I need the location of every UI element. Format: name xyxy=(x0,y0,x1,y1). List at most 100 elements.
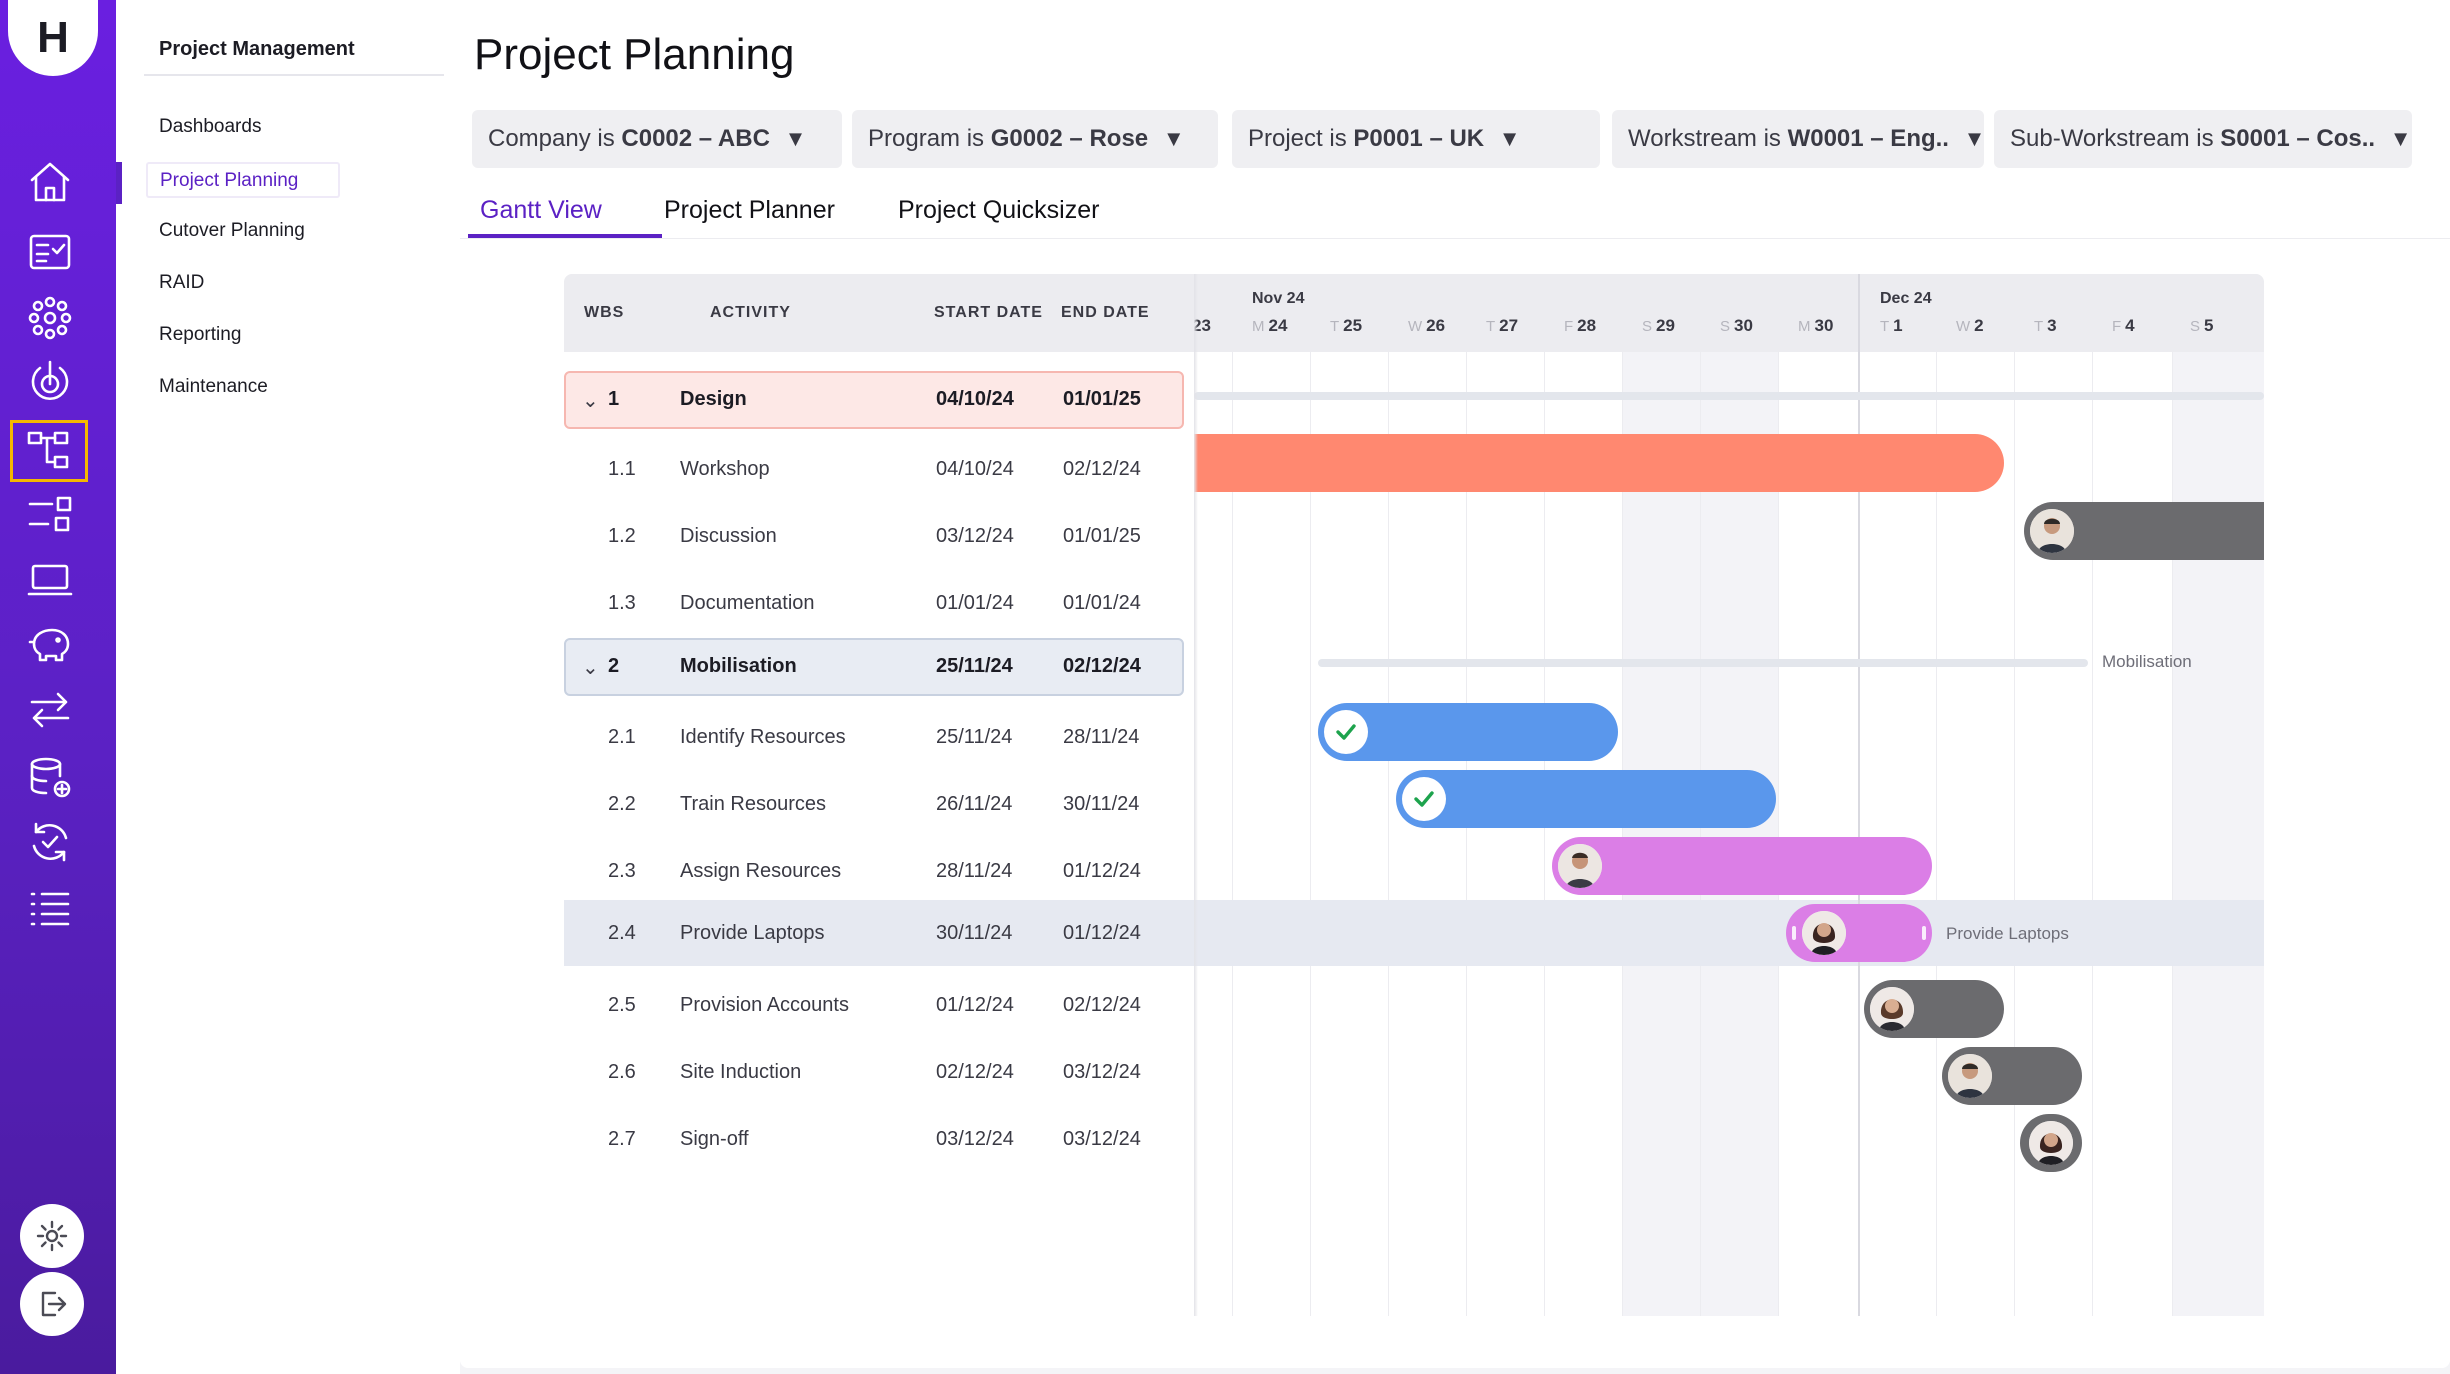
avatar xyxy=(2030,509,2074,553)
grid-line xyxy=(2172,352,2173,1316)
tab-gantt-view[interactable]: Gantt View xyxy=(480,196,602,225)
timeline-edge-shadow xyxy=(1194,274,1198,1316)
activity-cell: Documentation xyxy=(680,592,815,614)
chevron-down-icon[interactable]: ⌄ xyxy=(582,388,599,412)
grid-line xyxy=(2092,352,2093,1316)
tab-divider xyxy=(460,238,2450,239)
resize-handle-left[interactable] xyxy=(1792,926,1796,940)
laptop-icon[interactable] xyxy=(22,552,78,608)
gantt-bar-identify-resources[interactable] xyxy=(1318,703,1618,761)
table-row[interactable]: 2.1 Identify Resources 25/11/24 28/11/24 xyxy=(564,708,1194,766)
gantt-bar-provide-laptops[interactable] xyxy=(1786,904,1932,962)
subnav-item-dashboards[interactable]: Dashboards xyxy=(159,116,261,138)
wbs-cell: 2 xyxy=(608,655,620,677)
weekend-shading xyxy=(2172,352,2264,1316)
sync-check-icon[interactable] xyxy=(22,814,78,870)
wbs-cell: 1.1 xyxy=(608,458,636,480)
filter-program[interactable]: Program is G0002 – Rose ▼ xyxy=(852,110,1218,168)
table-row[interactable]: 1.2 Discussion 03/12/24 01/01/25 xyxy=(564,507,1194,565)
resize-handle-right[interactable] xyxy=(1922,926,1926,940)
tab-project-quicksizer[interactable]: Project Quicksizer xyxy=(898,196,1099,225)
column-header-end-date: END DATE xyxy=(1061,304,1150,321)
start-date-cell: 02/12/24 xyxy=(936,1061,1014,1083)
hierarchy-icon[interactable] xyxy=(10,420,88,482)
end-date-cell: 01/01/25 xyxy=(1063,388,1141,410)
summary-bar-mobilisation[interactable] xyxy=(1318,659,2088,667)
gantt-bar-discussion[interactable] xyxy=(2024,502,2264,560)
summary-bar-design[interactable] xyxy=(1194,392,2264,400)
target-icon[interactable] xyxy=(22,354,78,410)
filter-label: Project is xyxy=(1248,125,1347,152)
table-row-group[interactable]: ⌄ 1 Design 04/10/24 01/01/25 xyxy=(564,371,1184,429)
task-list-icon[interactable] xyxy=(22,224,78,280)
filter-label: Program is xyxy=(868,125,985,152)
gantt-bar-workshop[interactable] xyxy=(1194,434,2004,492)
home-icon[interactable] xyxy=(22,154,78,210)
wbs-cell: 1.2 xyxy=(608,525,636,547)
list-icon[interactable] xyxy=(22,880,78,936)
grid-line xyxy=(2014,352,2015,1316)
activity-cell: Workshop xyxy=(680,458,770,480)
tab-project-planner[interactable]: Project Planner xyxy=(664,196,835,225)
subnav-item-project-planning[interactable]: Project Planning xyxy=(146,162,340,198)
active-indicator xyxy=(116,162,122,204)
end-date-cell: 01/01/25 xyxy=(1063,525,1141,547)
main-panel: Project Planning Company is C0002 – ABC … xyxy=(460,0,2450,1368)
day-label: M 24 xyxy=(1252,316,1288,335)
month-label: Dec 24 xyxy=(1880,290,1932,307)
table-row[interactable]: 2.5 Provision Accounts 01/12/24 02/12/24 xyxy=(564,976,1194,1034)
filter-value: W0001 – Eng.. xyxy=(1787,125,1949,152)
gantt-bar-sign-off[interactable] xyxy=(2020,1114,2082,1172)
filter-project[interactable]: Project is P0001 – UK ▼ xyxy=(1232,110,1600,168)
start-date-cell: 01/01/24 xyxy=(936,592,1014,614)
subnav-item-raid[interactable]: RAID xyxy=(159,272,204,294)
end-date-cell: 02/12/24 xyxy=(1063,994,1141,1016)
gantt-bar-provision-accounts[interactable] xyxy=(1864,980,2004,1038)
activity-cell: Assign Resources xyxy=(680,860,842,882)
table-row[interactable]: 2.7 Sign-off 03/12/24 03/12/24 xyxy=(564,1110,1194,1168)
filter-company[interactable]: Company is C0002 – ABC ▼ xyxy=(472,110,842,168)
filter-value: C0002 – ABC xyxy=(621,125,770,152)
day-label: W 26 xyxy=(1408,316,1446,335)
subnav-item-maintenance[interactable]: Maintenance xyxy=(159,376,268,398)
app-logo[interactable]: H xyxy=(8,0,98,76)
subnav-divider xyxy=(144,74,444,76)
start-date-cell: 26/11/24 xyxy=(936,793,1013,815)
month-label: Nov 24 xyxy=(1252,290,1305,307)
filter-workstream[interactable]: Workstream is W0001 – Eng.. ▼ xyxy=(1612,110,1986,168)
grid-line xyxy=(1936,352,1937,1316)
activity-cell: Mobilisation xyxy=(680,655,797,677)
logout-icon[interactable] xyxy=(20,1272,84,1336)
subnav-item-cutover-planning[interactable]: Cutover Planning xyxy=(159,220,305,242)
chevron-down-icon[interactable]: ⌄ xyxy=(582,655,599,679)
month-divider xyxy=(1858,274,1860,1316)
subnav-item-reporting[interactable]: Reporting xyxy=(159,324,241,346)
gantt-bar-train-resources[interactable] xyxy=(1396,770,1776,828)
start-date-cell: 03/12/24 xyxy=(936,525,1014,547)
database-add-icon[interactable] xyxy=(22,750,78,806)
table-row-group[interactable]: ⌄ 2 Mobilisation 25/11/24 02/12/24 xyxy=(564,638,1184,696)
table-row[interactable]: 1.1 Workshop 04/10/24 02/12/24 xyxy=(564,440,1194,498)
caret-down-icon: ▼ xyxy=(2389,126,2412,151)
workflow-icon[interactable] xyxy=(22,486,78,542)
table-row[interactable]: 1.3 Documentation 01/01/24 01/01/24 xyxy=(564,574,1194,632)
piggy-bank-icon[interactable] xyxy=(22,616,78,672)
caret-down-icon: ▼ xyxy=(1963,126,1986,151)
gear-icon[interactable] xyxy=(20,1204,84,1268)
table-row[interactable]: 2.2 Train Resources 26/11/24 30/11/24 xyxy=(564,775,1194,833)
gantt-bar-assign-resources[interactable] xyxy=(1552,837,1932,895)
avatar xyxy=(1948,1054,1992,1098)
network-icon[interactable] xyxy=(22,290,78,346)
activity-cell: Design xyxy=(680,388,747,410)
end-date-cell: 01/12/24 xyxy=(1063,860,1141,882)
activity-cell: Sign-off xyxy=(680,1128,749,1150)
day-label: W2 xyxy=(1956,316,1984,335)
gantt-bar-site-induction[interactable] xyxy=(1942,1047,2082,1105)
filter-value: P0001 – UK xyxy=(1353,125,1485,152)
filter-sub-workstream[interactable]: Sub-Workstream is S0001 – Cos.. ▼ xyxy=(1994,110,2412,168)
table-row[interactable]: 2.6 Site Induction 02/12/24 03/12/24 xyxy=(564,1043,1194,1101)
filter-value: S0001 – Cos.. xyxy=(2220,125,2376,152)
table-row[interactable]: 2.3 Assign Resources 28/11/24 01/12/24 xyxy=(564,842,1194,900)
transfer-icon[interactable] xyxy=(22,682,78,738)
wbs-cell: 1 xyxy=(608,388,620,410)
